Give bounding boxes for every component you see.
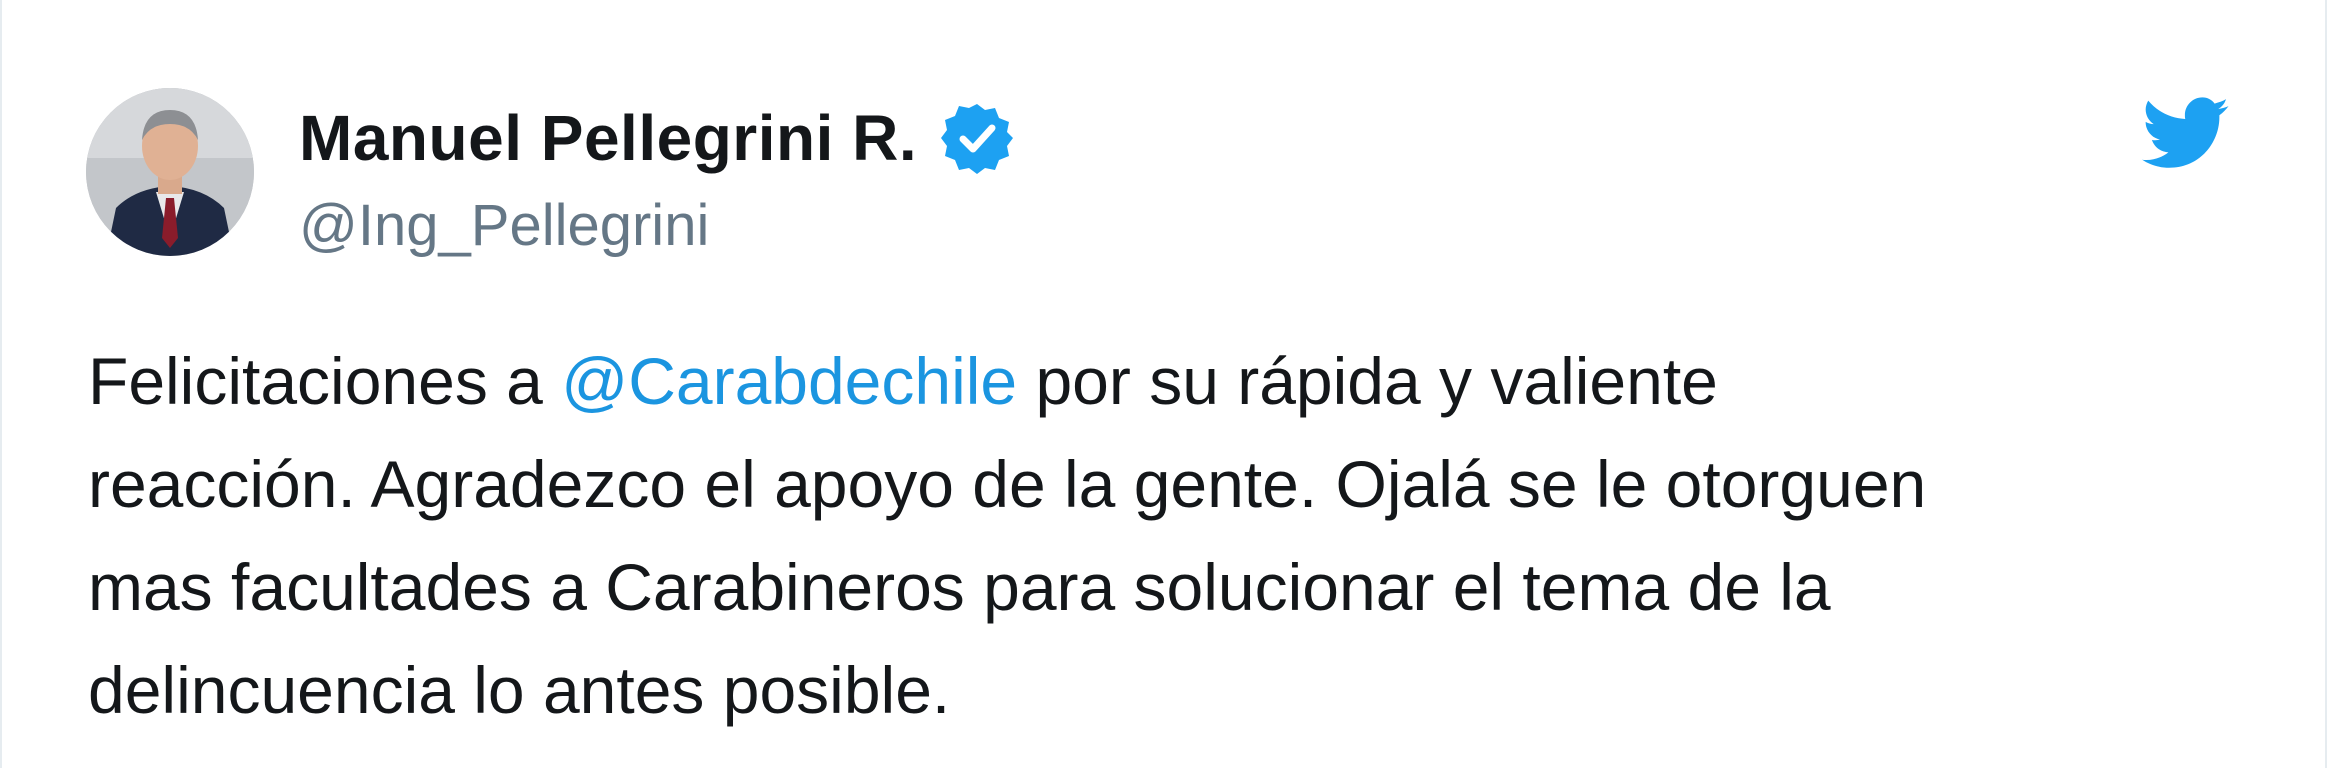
- tweet-text: Felicitaciones a @Carabdechile por su rá…: [88, 330, 2268, 742]
- tweet-text-segment: Felicitaciones a: [88, 344, 562, 418]
- tweet-line: delincuencia lo antes posible.: [88, 653, 951, 727]
- mention-link[interactable]: @Carabdechile: [561, 344, 1017, 418]
- avatar-portrait-image: [86, 88, 254, 256]
- tweet-text-segment: por su rápida y valiente: [1017, 344, 1718, 418]
- author-display-name[interactable]: Manuel Pellegrini R.: [299, 101, 917, 175]
- twitter-bird-icon[interactable]: [2142, 96, 2230, 172]
- tweet-line: mas facultades a Carabineros para soluci…: [88, 550, 1831, 624]
- avatar[interactable]: [86, 88, 254, 256]
- author-handle[interactable]: @Ing_Pellegrini: [299, 192, 709, 259]
- tweet-line: Felicitaciones a @Carabdechile por su rá…: [88, 330, 2268, 433]
- tweet-line: reacción. Agradezco el apoyo de la gente…: [88, 447, 1927, 521]
- tweet-card: Manuel Pellegrini R. @Ing_Pellegrini Fel…: [0, 0, 2327, 768]
- verified-badge-icon: [941, 102, 1014, 174]
- author-name-row[interactable]: Manuel Pellegrini R.: [299, 98, 1014, 178]
